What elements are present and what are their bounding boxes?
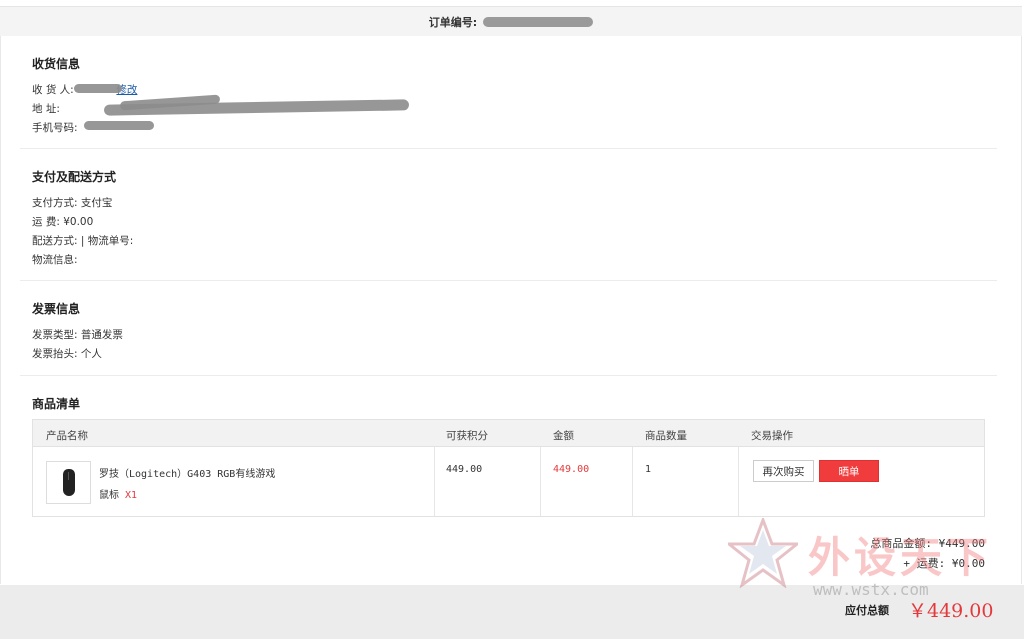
payment-title: 支付及配送方式 — [32, 170, 117, 184]
order-number-bar: 订单编号: — [0, 6, 1022, 36]
phone-label: 手机号码: — [32, 122, 78, 134]
payable-value: ￥449.00 — [908, 600, 994, 622]
buy-again-button[interactable]: 再次购买 — [753, 460, 814, 482]
product-name-line2: 鼠标 — [99, 490, 119, 501]
order-number-label: 订单编号: — [428, 15, 478, 29]
frame-left-border — [0, 36, 1, 584]
goods-total: 总商品金额: ¥449.00 — [870, 535, 985, 551]
col-divider — [738, 447, 739, 516]
amount-value: 449.00 — [553, 464, 590, 475]
col-quantity: 商品数量 — [645, 430, 687, 442]
shipping-title: 收货信息 — [32, 57, 81, 71]
product-name-row2: 鼠标 X1 — [99, 486, 137, 501]
delivery-method: 配送方式: | 物流单号: — [32, 235, 134, 247]
product-thumbnail[interactable] — [46, 461, 91, 504]
payment-section: 支付及配送方式 支付方式: 支付宝 运 费: ¥0.00 配送方式: | 物流单… — [20, 149, 997, 281]
freight-total-text: + 运费: ¥0.00 — [903, 557, 985, 570]
mouse-image — [63, 469, 75, 496]
star-logo-icon — [728, 518, 798, 588]
quantity-badge: X1 — [125, 490, 138, 501]
logistics-info: 物流信息: — [32, 254, 78, 266]
address-label: 地 址: — [32, 103, 60, 115]
invoice-section: 发票信息 发票类型: 普通发票 发票抬头: 个人 — [20, 281, 997, 376]
invoice-header: 发票抬头: 个人 — [32, 348, 102, 360]
col-divider — [434, 447, 435, 516]
col-points: 可获积分 — [446, 430, 488, 442]
receiver-label: 收 货 人: — [32, 84, 74, 96]
phone-redacted — [84, 121, 154, 130]
col-amount: 金额 — [553, 430, 574, 442]
shipping-section: 收货信息 收 货 人: 修改 地 址: 手机号码: — [20, 36, 997, 149]
col-operations: 交易操作 — [751, 430, 793, 442]
goods-table: 产品名称 可获积分 金额 商品数量 交易操作 罗技（Logitech）G403 … — [32, 419, 985, 517]
order-number-redacted — [483, 16, 594, 27]
goods-total-text: 总商品金额: ¥449.00 — [870, 537, 985, 550]
col-divider — [540, 447, 541, 516]
col-product-name: 产品名称 — [46, 430, 88, 442]
col-divider — [632, 447, 633, 516]
goods-table-header: 产品名称 可获积分 金额 商品数量 交易操作 — [33, 420, 984, 447]
quantity-value: 1 — [645, 464, 652, 475]
product-name-line1: 罗技（Logitech）G403 RGB有线游戏 — [99, 469, 276, 480]
frame-right-border — [1021, 6, 1022, 584]
freight-total: + 运费: ¥0.00 — [903, 555, 985, 571]
receiver-redacted — [74, 84, 122, 93]
points-value: 449.00 — [446, 464, 483, 475]
goods-title: 商品清单 — [32, 397, 81, 411]
product-name[interactable]: 罗技（Logitech）G403 RGB有线游戏 — [99, 465, 275, 480]
payment-method: 支付方式: 支付宝 — [32, 197, 113, 209]
invoice-title: 发票信息 — [32, 302, 81, 316]
freight-fee: 运 费: ¥0.00 — [32, 216, 94, 228]
share-order-button[interactable]: 晒单 — [819, 460, 879, 482]
invoice-type: 发票类型: 普通发票 — [32, 329, 123, 341]
payable-label: 应付总额 — [845, 604, 889, 617]
